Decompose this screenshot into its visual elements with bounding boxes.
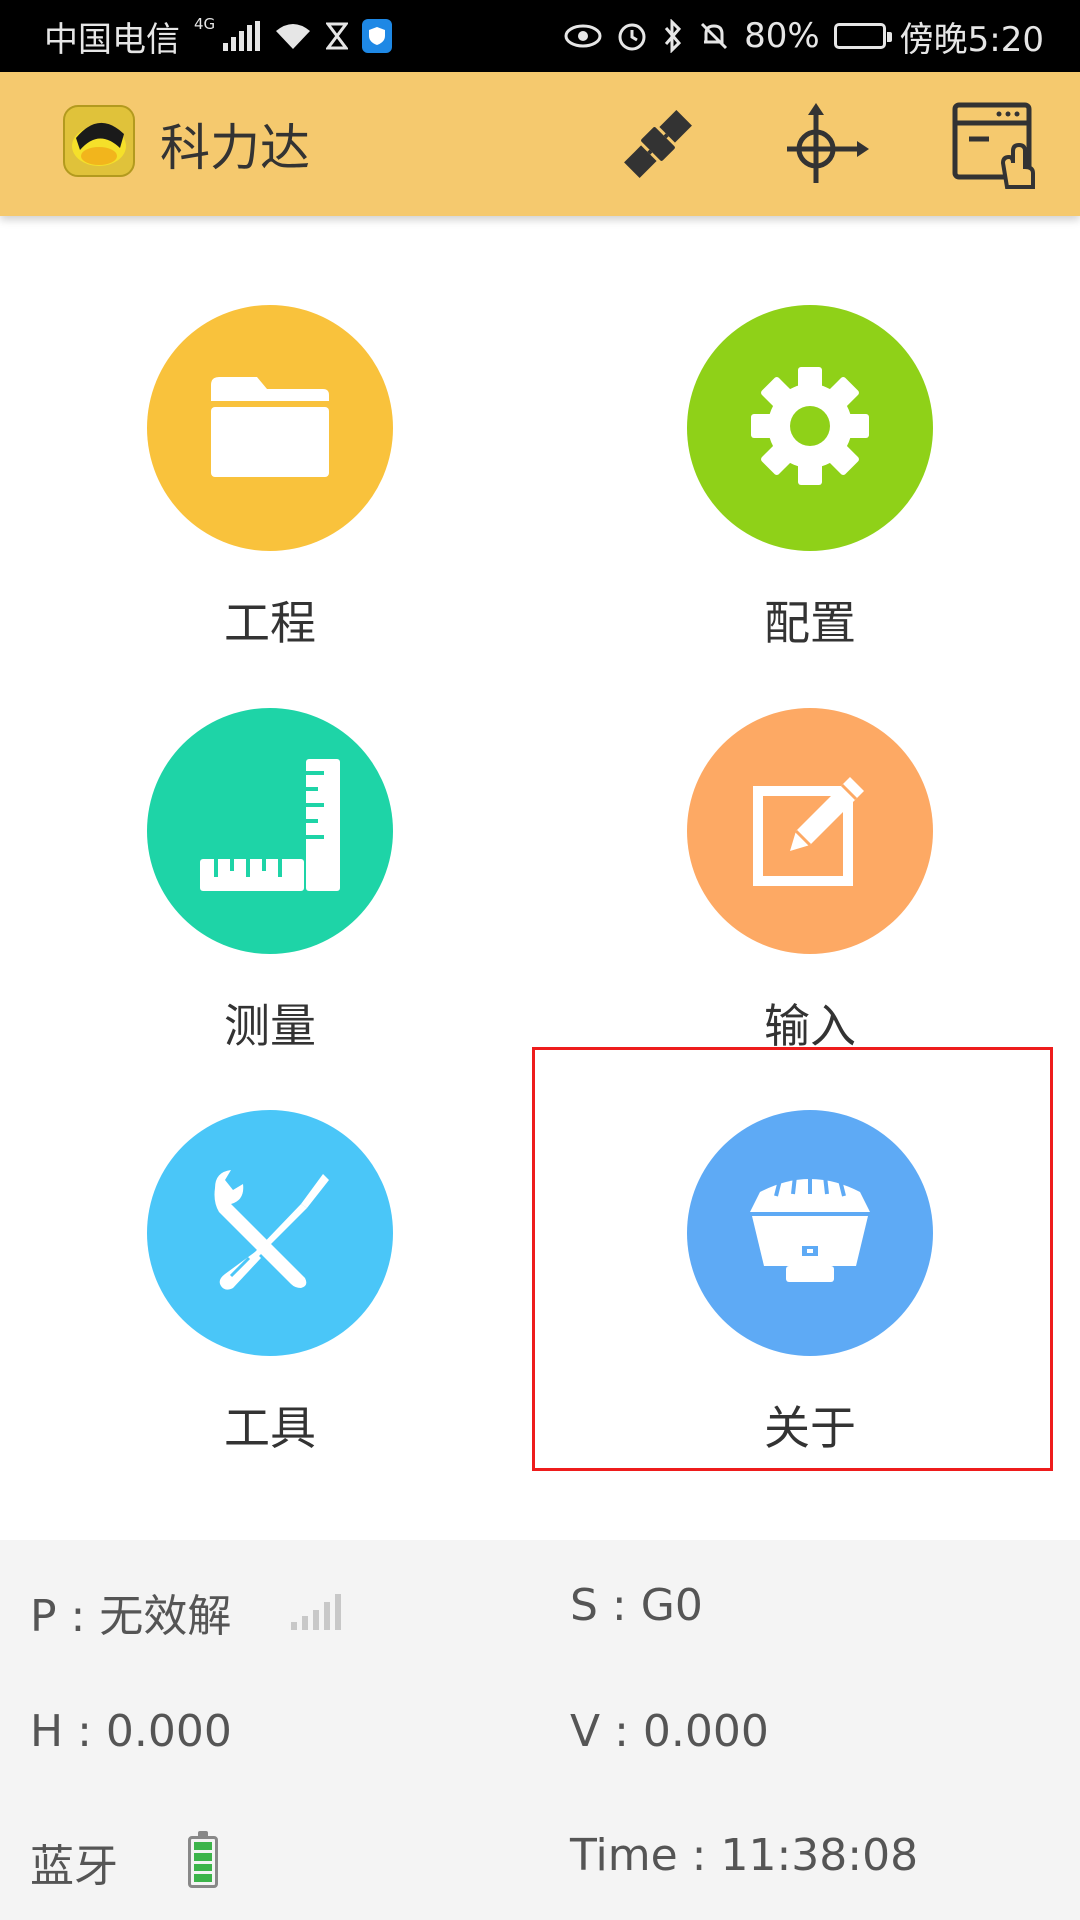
menu-item-input[interactable]: 输入 (595, 708, 975, 1068)
tools-icon-circle (147, 1110, 393, 1356)
signal-icon (223, 21, 261, 51)
time-display: Time : 11:38:08 (570, 1830, 918, 1881)
bluetooth-label: 蓝牙 (30, 1841, 118, 1892)
target-icon (781, 99, 871, 193)
alarm-icon (616, 20, 648, 52)
window-pointer-icon (949, 99, 1039, 193)
signal-strength-icon (291, 1594, 342, 1630)
shield-icon (362, 19, 393, 53)
hourglass-icon (326, 22, 349, 50)
app-title: 科力达 (160, 119, 310, 177)
info-panel: P : 无效解 S : G0 H : 0.000 V : 0.000 蓝牙 Ti… (0, 1540, 1080, 1920)
status-bar: 中国电信 4G 80% 傍晚5:20 (0, 0, 1080, 72)
satellite-status-text: S : G0 (570, 1580, 703, 1631)
app-logo (62, 104, 136, 178)
time-text: Time : 11:38:08 (570, 1830, 919, 1881)
wifi-icon (274, 21, 312, 51)
device-battery-icon (188, 1831, 218, 1888)
battery-percent: 80% (744, 16, 820, 56)
v-value: V : 0.000 (570, 1706, 769, 1757)
app-bar: 科力达 (0, 72, 1080, 216)
project-icon-circle (147, 305, 393, 551)
position-status: P : 无效解 (30, 1580, 342, 1644)
config-icon-circle (687, 305, 933, 551)
window-button[interactable] (948, 100, 1040, 192)
carrier-name: 中国电信 (44, 19, 180, 60)
bluetooth-status: 蓝牙 (30, 1830, 218, 1894)
menu-label: 工具 (224, 1401, 316, 1455)
gear-icon (745, 361, 875, 495)
menu-item-config[interactable]: 配置 (595, 305, 975, 665)
network-type: 4G (194, 15, 216, 33)
satellite-button[interactable] (612, 100, 704, 192)
menu-item-tools[interactable]: 工具 (55, 1110, 435, 1470)
tools-icon (205, 1166, 335, 1300)
folder-icon (205, 371, 335, 485)
input-icon-circle (687, 708, 933, 954)
highlight-box (532, 1047, 1053, 1471)
status-left: 中国电信 4G (44, 12, 393, 61)
menu-item-project[interactable]: 工程 (55, 305, 435, 665)
ruler-icon (200, 759, 340, 903)
mute-icon (698, 20, 730, 52)
menu-item-measure[interactable]: 测量 (55, 708, 435, 1068)
menu-label: 测量 (224, 999, 316, 1053)
app-screen: 中国电信 4G 80% 傍晚5:20 科力达 工程 配置 测量 输入 工具 关于… (0, 0, 1080, 1920)
menu-label: 工程 (224, 596, 316, 650)
v-value-text: V : 0.000 (570, 1706, 769, 1757)
bluetooth-icon (662, 19, 684, 53)
eye-icon (564, 23, 602, 49)
target-button[interactable] (780, 100, 872, 192)
clock: 傍晚5:20 (899, 19, 1044, 60)
battery-icon (833, 23, 892, 49)
measure-icon-circle (147, 708, 393, 954)
h-value-text: H : 0.000 (30, 1706, 232, 1757)
edit-icon (750, 769, 870, 893)
menu-label: 配置 (764, 596, 856, 650)
status-right: 80% 傍晚5:20 (564, 12, 1044, 61)
satellite-icon (615, 101, 701, 191)
position-status-text: P : 无效解 (30, 1591, 232, 1642)
h-value: H : 0.000 (30, 1706, 232, 1757)
satellite-status: S : G0 (570, 1580, 703, 1631)
